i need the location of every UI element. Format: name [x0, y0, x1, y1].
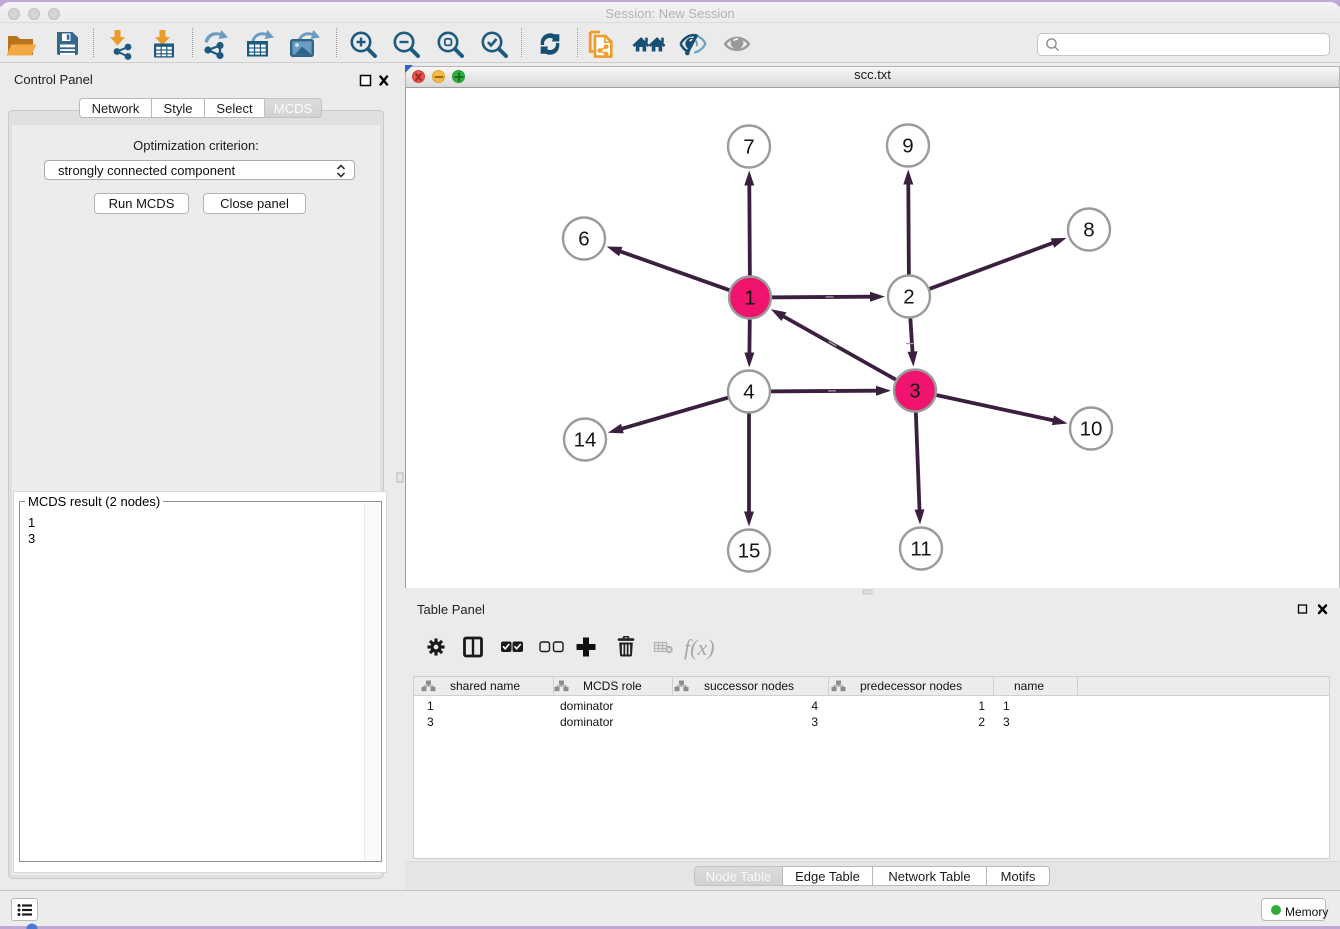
svg-text:8: 8: [1083, 219, 1094, 242]
svg-text:7: 7: [743, 136, 754, 159]
svg-text:2: 2: [903, 286, 914, 309]
svg-text:14: 14: [574, 429, 597, 452]
svg-text:f(x): f(x): [684, 635, 715, 660]
svg-text:3: 3: [909, 380, 920, 403]
svg-text:1: 1: [744, 287, 755, 310]
svg-text:11: 11: [910, 538, 931, 561]
svg-text:4: 4: [743, 381, 754, 404]
svg-text:15: 15: [738, 540, 761, 563]
svg-text:6: 6: [578, 228, 589, 251]
svg-text:10: 10: [1080, 418, 1103, 441]
svg-text:9: 9: [902, 135, 913, 158]
